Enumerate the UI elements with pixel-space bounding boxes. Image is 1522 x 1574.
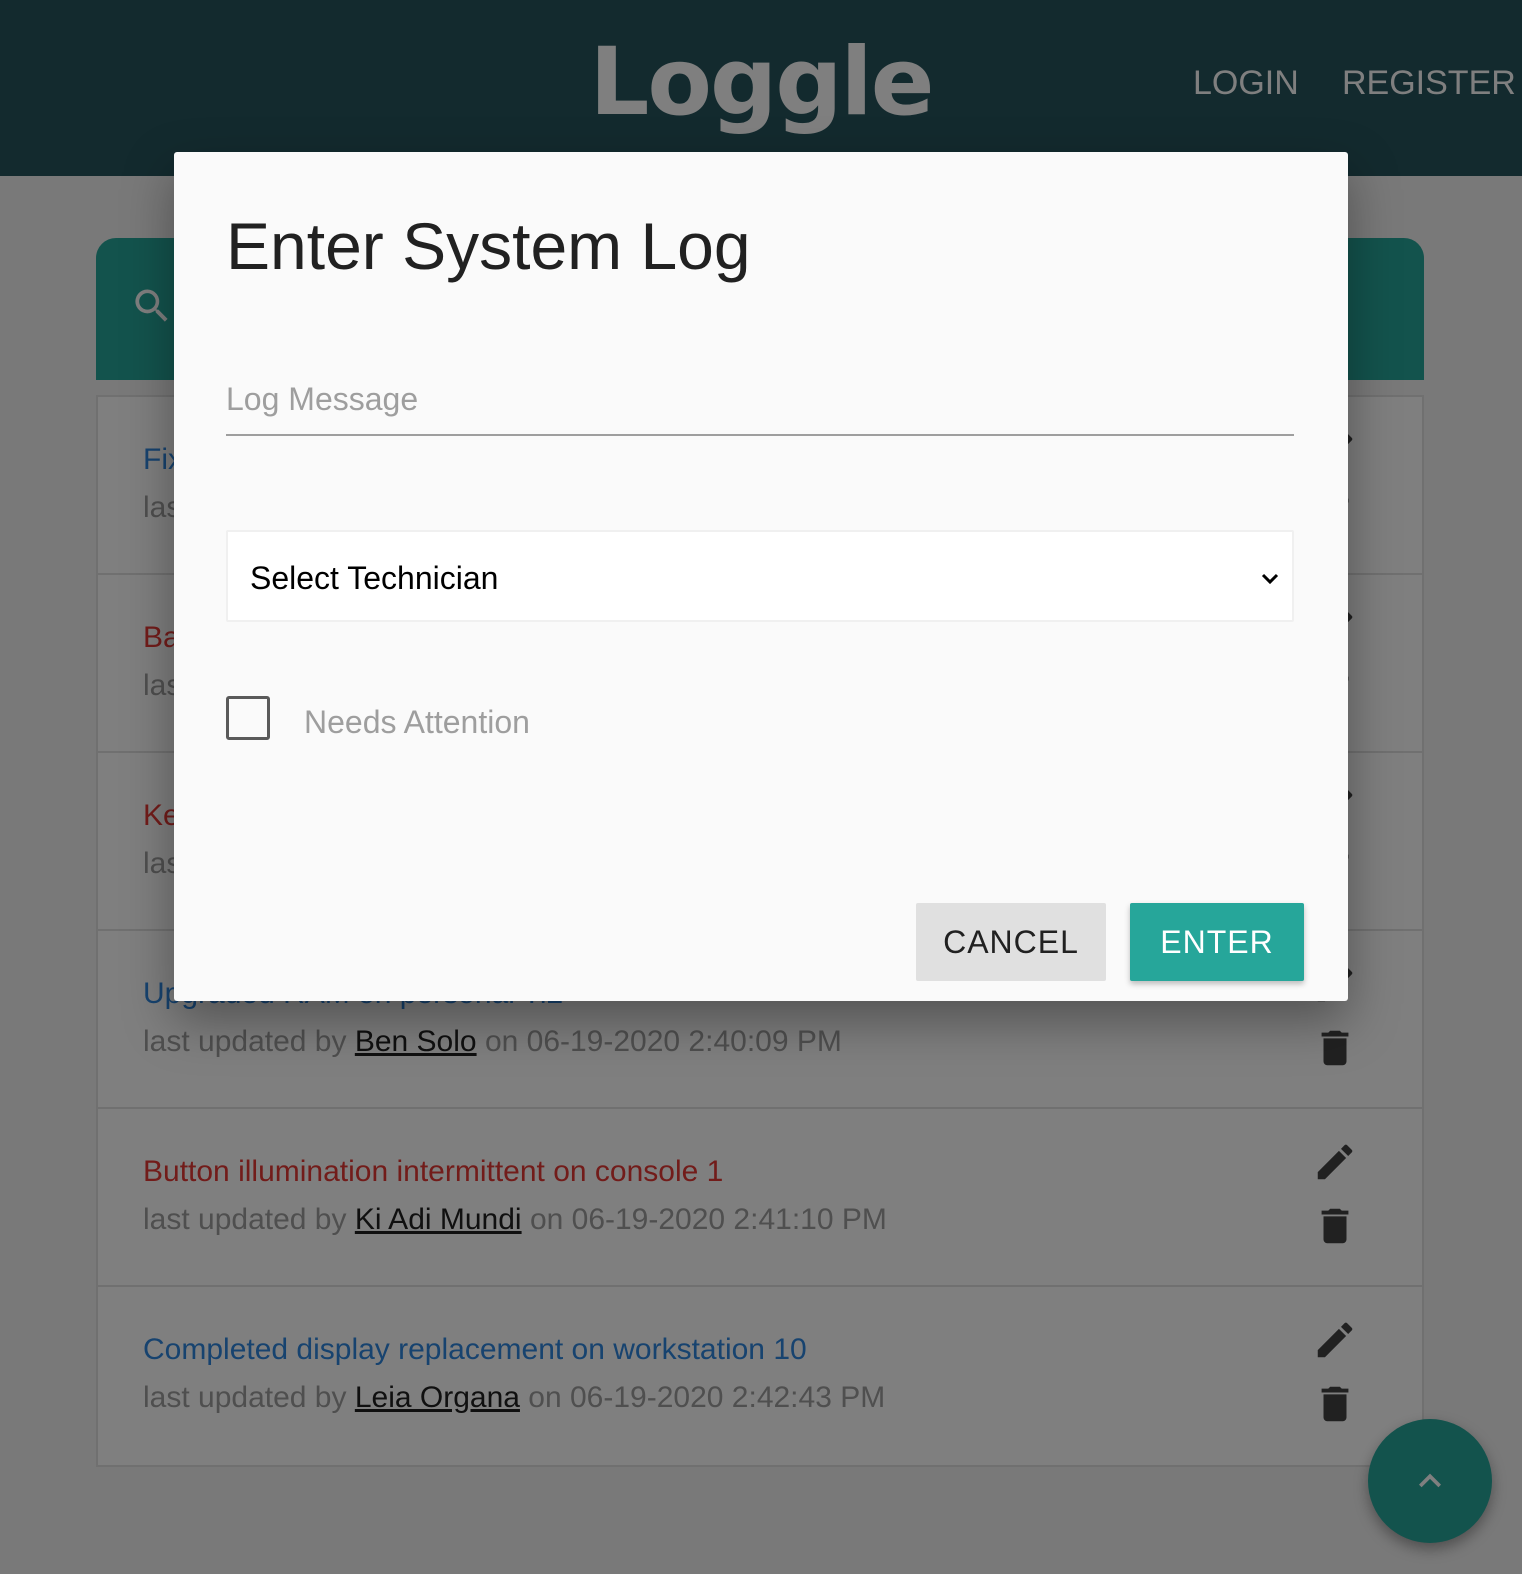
log-message-input[interactable] xyxy=(226,364,1294,436)
enter-log-modal: Enter System Log Select Technician Needs… xyxy=(174,152,1348,1001)
needs-attention-checkbox[interactable] xyxy=(226,696,270,740)
technician-select[interactable]: Select Technician xyxy=(226,530,1294,622)
cancel-button[interactable]: CANCEL xyxy=(916,903,1106,981)
chevron-down-icon xyxy=(1261,573,1279,585)
enter-button[interactable]: ENTER xyxy=(1130,903,1304,981)
modal-title: Enter System Log xyxy=(226,209,751,283)
technician-select-value: Select Technician xyxy=(250,560,499,596)
needs-attention-label[interactable]: Needs Attention xyxy=(304,704,530,741)
